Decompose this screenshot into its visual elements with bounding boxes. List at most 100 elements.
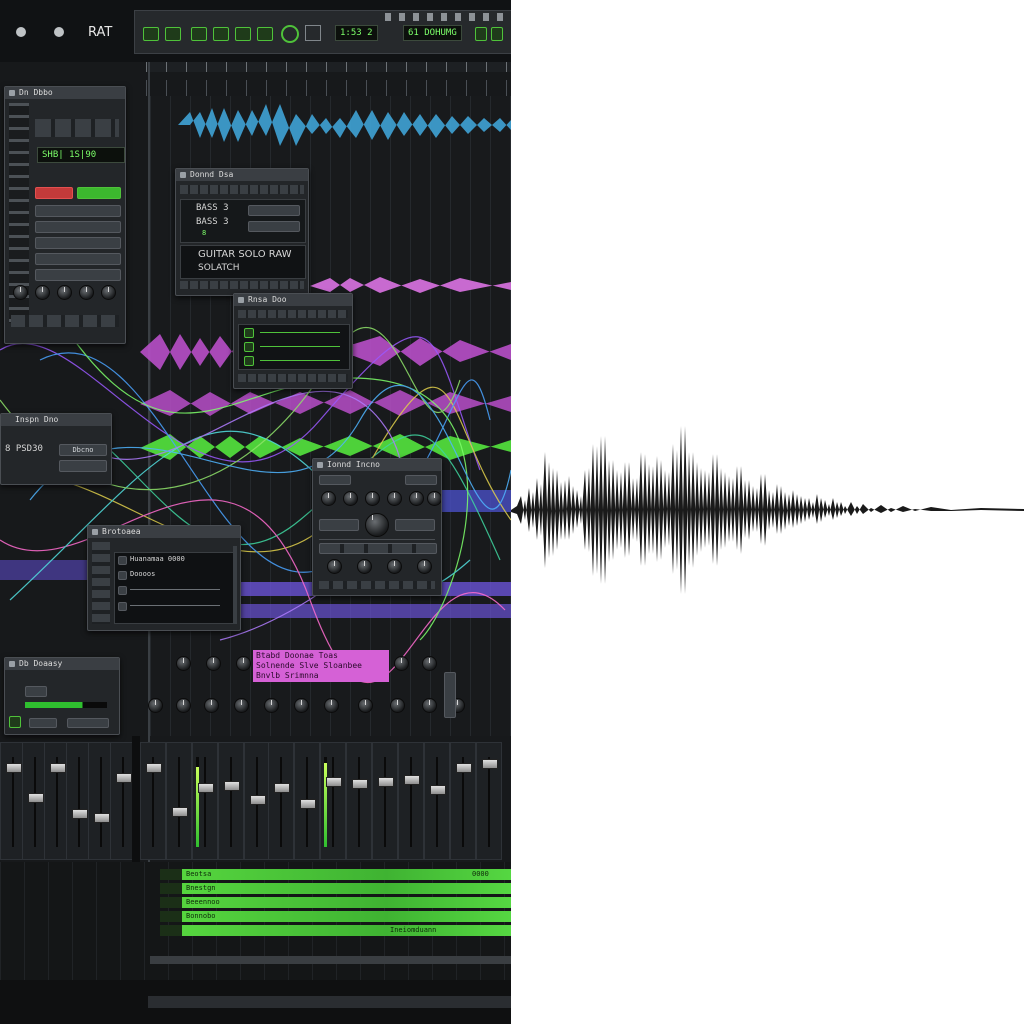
bass-toolbar[interactable] (180, 185, 304, 194)
sequence-row-4[interactable]: Bonnobo (160, 911, 511, 922)
channel-fader[interactable] (274, 783, 290, 793)
fx-knob-4[interactable] (387, 491, 402, 506)
active-button[interactable] (77, 187, 121, 199)
channel-fader[interactable] (456, 763, 472, 773)
browser-item-3[interactable] (130, 589, 220, 590)
fx-knob-2[interactable] (343, 491, 358, 506)
waveform-pane (511, 0, 1024, 1024)
channel-fader[interactable] (94, 813, 110, 823)
pan-knob-9[interactable] (390, 698, 405, 713)
browser-item-1[interactable]: Huanamaa 0000 (130, 555, 185, 563)
send-line-1 (260, 332, 340, 333)
pan-knob-7[interactable] (324, 698, 339, 713)
send-knob-1[interactable] (176, 656, 191, 671)
fx-knob-big[interactable] (365, 513, 389, 537)
bass-panel: Donnd Dsa BASS 3 BASS 3 8 GUITAR SOLO RA… (175, 168, 309, 296)
send-knob-3[interactable] (236, 656, 251, 671)
send-knob-2[interactable] (206, 656, 221, 671)
send-toggle-2[interactable] (244, 342, 254, 352)
pan-knob-10[interactable] (422, 698, 437, 713)
pan-knob-4[interactable] (234, 698, 249, 713)
fx-knob-3[interactable] (365, 491, 380, 506)
param-row-3[interactable] (35, 237, 121, 249)
channel-fader[interactable] (50, 763, 66, 773)
left-knob-3[interactable] (57, 285, 72, 300)
sequence-row-1[interactable]: Beotsa 0000 (160, 869, 511, 880)
channel-fader[interactable] (224, 781, 240, 791)
horizontal-scrollbar[interactable] (150, 956, 511, 964)
bass-param-1[interactable] (248, 205, 300, 216)
send-line-3 (260, 360, 340, 361)
pan-knob-2[interactable] (176, 698, 191, 713)
fx-footer[interactable] (319, 581, 435, 589)
send-toggle-1[interactable] (244, 328, 254, 338)
fx-knob-10[interactable] (417, 559, 432, 574)
channel-fader[interactable] (326, 777, 342, 787)
browser-item-2[interactable]: Doooos (130, 570, 155, 578)
param-row-4[interactable] (35, 253, 121, 265)
channel-fader[interactable] (6, 763, 22, 773)
effect-tab-2[interactable] (405, 475, 437, 485)
fx-knob-6[interactable] (427, 491, 441, 506)
channel-fader[interactable] (430, 785, 446, 795)
record-arm-button[interactable] (35, 187, 73, 199)
send-toolbar[interactable] (238, 310, 348, 318)
browser-scrollbar[interactable] (233, 546, 237, 624)
browser-sidebar[interactable] (92, 542, 110, 624)
channel-fader[interactable] (300, 799, 316, 809)
channel-fader[interactable] (28, 793, 44, 803)
meter-enable[interactable] (9, 716, 21, 728)
send-knob-4[interactable] (394, 656, 409, 671)
pan-display[interactable] (444, 672, 456, 718)
pan-knob-5[interactable] (264, 698, 279, 713)
effect-tab-1[interactable] (319, 475, 351, 485)
left-knob-2[interactable] (35, 285, 50, 300)
channel-fader[interactable] (72, 809, 88, 819)
pan-knob-3[interactable] (204, 698, 219, 713)
param-row-1[interactable] (35, 205, 121, 217)
send-knob-5[interactable] (422, 656, 437, 671)
pan-knob-6[interactable] (294, 698, 309, 713)
bass-footer[interactable] (180, 281, 304, 289)
channel-fader[interactable] (250, 795, 266, 805)
bass-param-2[interactable] (248, 221, 300, 232)
sequence-row-2[interactable]: Bnestgn (160, 883, 511, 894)
meter-button-3[interactable] (67, 718, 109, 728)
channel-fader[interactable] (116, 773, 132, 783)
browser-item-4[interactable] (130, 605, 220, 606)
channel-fader[interactable] (482, 759, 498, 769)
fx-knob-9[interactable] (387, 559, 402, 574)
channel-fader[interactable] (172, 807, 188, 817)
left-knob-5[interactable] (101, 285, 116, 300)
bass-panel-title: Donnd Dsa (190, 170, 234, 179)
fx-row-1[interactable] (319, 543, 437, 554)
macro-buttons[interactable] (35, 119, 119, 137)
left-knob-1[interactable] (13, 285, 28, 300)
send-toggle-3[interactable] (244, 356, 254, 366)
left-bus-button-2[interactable] (59, 460, 107, 472)
sequence-row-5[interactable]: Ineiomduann (160, 925, 511, 936)
fx-knob-1[interactable] (321, 491, 336, 506)
channel-fader[interactable] (146, 763, 162, 773)
sequence-row-3[interactable]: Beeennoo (160, 897, 511, 908)
channel-fader[interactable] (198, 783, 214, 793)
channel-fader[interactable] (352, 779, 368, 789)
channel-fader[interactable] (378, 777, 394, 787)
param-row-5[interactable] (35, 269, 121, 281)
send-footer[interactable] (238, 374, 348, 382)
bottom-switches[interactable] (11, 315, 119, 327)
meter-button-1[interactable] (25, 686, 47, 697)
pan-knob-1[interactable] (148, 698, 163, 713)
fx-knob-7[interactable] (327, 559, 342, 574)
meter-button-2[interactable] (29, 718, 57, 728)
fx-knob-8[interactable] (357, 559, 372, 574)
channel-fader[interactable] (404, 775, 420, 785)
param-row-2[interactable] (35, 221, 121, 233)
pan-knob-8[interactable] (358, 698, 373, 713)
left-bus-button[interactable]: Dbcno (59, 444, 107, 456)
fx-param-right[interactable] (395, 519, 435, 531)
fx-param-left[interactable] (319, 519, 359, 531)
meter-panel: Db Doaasy (4, 657, 120, 735)
fx-knob-5[interactable] (409, 491, 424, 506)
left-knob-4[interactable] (79, 285, 94, 300)
